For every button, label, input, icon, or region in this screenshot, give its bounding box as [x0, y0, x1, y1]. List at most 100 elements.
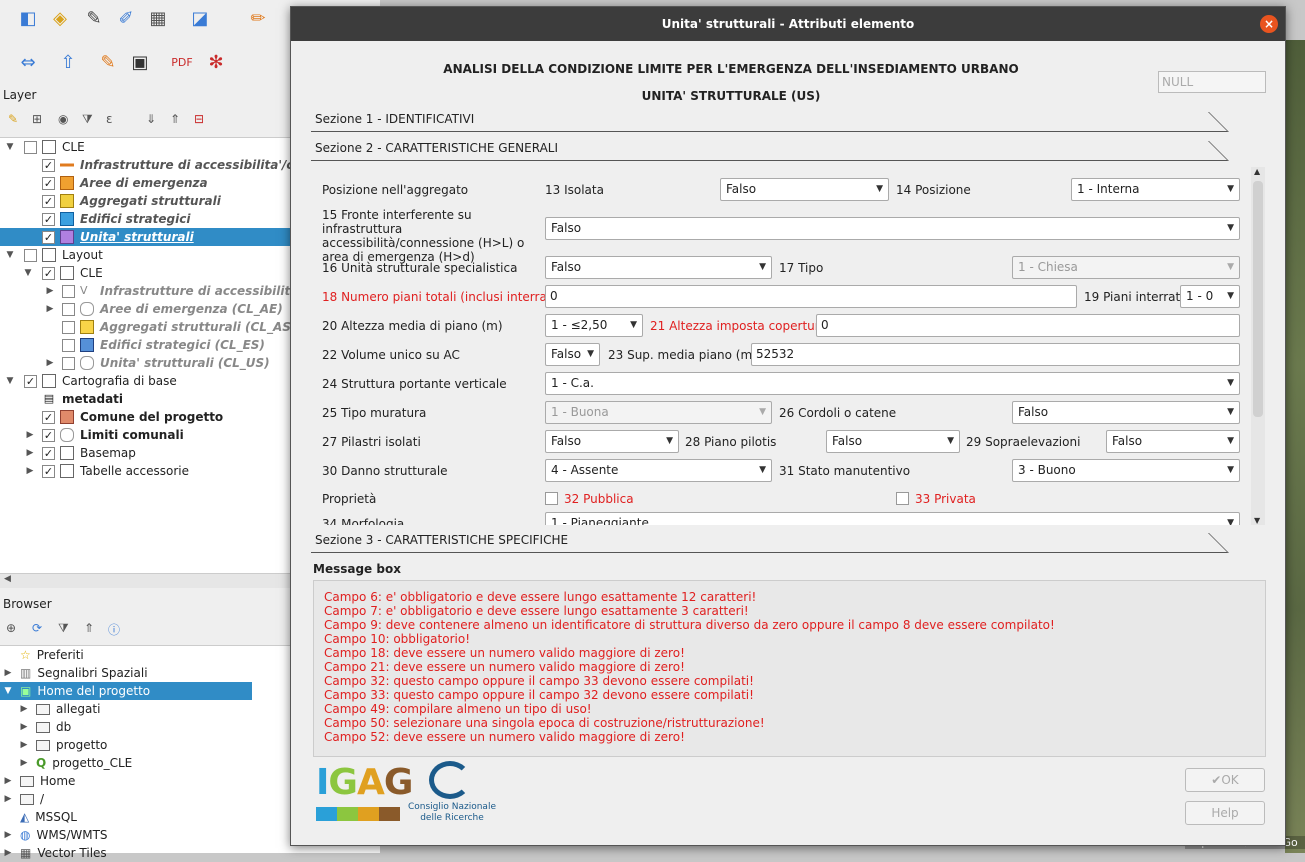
layer-checkbox[interactable]: ✓	[42, 230, 55, 244]
layer-checkbox[interactable]: ✓	[42, 464, 55, 478]
f23-input[interactable]: 52532	[751, 343, 1240, 366]
layer-checkbox[interactable]: ✓	[42, 410, 55, 424]
f20-combo[interactable]: 1 - ≤2,50	[545, 314, 643, 337]
refresh-icon[interactable]: ⟳	[32, 621, 42, 635]
layer-checkbox[interactable]: ✓	[42, 266, 55, 280]
section-identificativi[interactable]: Sezione 1 - IDENTIFICATIVI	[311, 110, 1268, 132]
add-selected-icon[interactable]: ⊕	[6, 621, 16, 635]
collapse-icon[interactable]: ▼	[4, 250, 16, 260]
f33-checkbox[interactable]	[896, 492, 909, 505]
f27-combo[interactable]: Falso	[545, 430, 679, 453]
remove-layer-icon[interactable]: ⊟	[194, 112, 204, 126]
expand-icon[interactable]: ▶	[2, 830, 14, 840]
f34-combo[interactable]: 1 - Pianeggiante	[545, 512, 1240, 525]
layer-checkbox[interactable]	[62, 338, 75, 352]
section-caratteristiche-specifiche[interactable]: Sezione 3 - CARATTERISTICHE SPECIFICHE	[311, 531, 1268, 553]
layer-checkbox[interactable]	[62, 302, 75, 316]
settings-icon[interactable]: ✻	[202, 48, 230, 76]
f17-combo[interactable]: 1 - Chiesa	[1012, 256, 1240, 279]
scroll-left-icon[interactable]: ◀	[4, 574, 11, 584]
f24-combo[interactable]: 1 - C.a.	[545, 372, 1240, 395]
f21-input[interactable]: 0	[816, 314, 1240, 337]
f13-combo[interactable]: Falso	[720, 178, 889, 201]
collapse-all-icon[interactable]: ⇑	[84, 621, 94, 635]
expand-icon[interactable]: ▶	[24, 430, 36, 440]
save-icon[interactable]: ▣	[126, 48, 154, 76]
node-tool-icon[interactable]: ◪	[186, 4, 214, 32]
browser-item-selected[interactable]: ▼ ▣ Home del progetto	[0, 682, 252, 700]
layer-checkbox[interactable]: ✓	[42, 176, 55, 190]
expand-all-icon[interactable]: ⇓	[146, 112, 156, 126]
ok-button[interactable]: ✔OK	[1185, 768, 1265, 792]
expand-icon[interactable]: ▶	[24, 448, 36, 458]
f26-combo[interactable]: Falso	[1012, 401, 1240, 424]
f28-combo[interactable]: Falso	[826, 430, 960, 453]
expand-icon[interactable]: ▶	[24, 466, 36, 476]
expand-icon[interactable]: ▶	[18, 722, 30, 732]
edit-feature-icon[interactable]: ✎	[94, 48, 122, 76]
pdf-icon[interactable]: PDF	[168, 48, 196, 76]
visibility-icon[interactable]: ◉	[58, 112, 68, 126]
f31-combo[interactable]: 3 - Buono	[1012, 459, 1240, 482]
expand-icon[interactable]: ▶	[18, 704, 30, 714]
close-icon[interactable]: ×	[1260, 15, 1278, 33]
expand-icon[interactable]: ▶	[2, 668, 14, 678]
expand-icon[interactable]: ▶	[44, 358, 56, 368]
null-field[interactable]: NULL	[1158, 71, 1266, 93]
layer-checkbox[interactable]	[62, 320, 75, 334]
layer-checkbox[interactable]: ✓	[42, 428, 55, 442]
open-project-icon[interactable]: ◧	[14, 4, 42, 32]
section2-vertical-scrollbar[interactable]: ▲ ▼	[1251, 167, 1265, 525]
upload-icon[interactable]: ⇧	[54, 48, 82, 76]
info-icon[interactable]: ⓘ	[108, 621, 120, 638]
f15-combo[interactable]: Falso	[545, 217, 1240, 240]
expand-icon[interactable]: ▶	[44, 286, 56, 296]
vertex-tool-icon[interactable]: ✎	[80, 4, 108, 32]
pencil-icon[interactable]: ✏	[244, 4, 272, 32]
collapse-icon[interactable]: ▼	[22, 268, 34, 278]
expression-filter-icon[interactable]: ε	[106, 112, 113, 126]
f30-combo[interactable]: 4 - Assente	[545, 459, 772, 482]
layer-checkbox[interactable]	[62, 356, 75, 370]
f18-input[interactable]: 0	[545, 285, 1077, 308]
layer-checkbox[interactable]: ✓	[42, 194, 55, 208]
f14-combo[interactable]: 1 - Interna	[1071, 178, 1240, 201]
scroll-down-icon[interactable]: ▼	[1254, 516, 1260, 525]
scrollbar-thumb[interactable]	[1253, 181, 1263, 417]
scroll-up-icon[interactable]: ▲	[1254, 167, 1260, 176]
section-caratteristiche-generali[interactable]: Sezione 2 - CARATTERISTICHE GENERALI	[311, 139, 1268, 161]
filter-icon[interactable]: ⧩	[58, 621, 69, 636]
f22-combo[interactable]: Falso	[545, 343, 600, 366]
dialog-titlebar[interactable]: Unita' strutturali - Attributi elemento ×	[291, 7, 1285, 41]
section2-scroll-area[interactable]: Posizione nell'aggregato 13 Isolata Fals…	[311, 167, 1254, 525]
add-group-icon[interactable]: ⊞	[32, 112, 42, 126]
expand-icon[interactable]: ▶	[18, 758, 30, 768]
layer-checkbox[interactable]: ✓	[42, 158, 55, 172]
expand-icon[interactable]: ▶	[2, 776, 14, 786]
map-canvas[interactable]	[1285, 40, 1305, 853]
browser-item[interactable]: ▶ ▦ Vector Tiles	[0, 844, 380, 862]
layer-checkbox[interactable]	[24, 140, 37, 154]
f32-checkbox[interactable]	[545, 492, 558, 505]
f29-combo[interactable]: Falso	[1106, 430, 1240, 453]
f25-combo[interactable]: 1 - Buona	[545, 401, 772, 424]
f19-combo[interactable]: 1 - 0	[1180, 285, 1240, 308]
expand-icon[interactable]: ▶	[18, 740, 30, 750]
expand-icon[interactable]: ▶	[2, 794, 14, 804]
layer-checkbox[interactable]	[24, 248, 37, 262]
collapse-icon[interactable]: ▼	[2, 686, 14, 696]
collapse-icon[interactable]: ▼	[4, 376, 16, 386]
layer-checkbox[interactable]	[62, 284, 75, 298]
layer-properties-icon[interactable]: ⇔	[14, 48, 42, 76]
new-layer-icon[interactable]: ◈	[46, 4, 74, 32]
layer-checkbox[interactable]: ✓	[24, 374, 37, 388]
expand-icon[interactable]: ▶	[2, 848, 14, 858]
collapse-icon[interactable]: ▼	[4, 142, 16, 152]
help-button[interactable]: Help	[1185, 801, 1265, 825]
plugin-icon[interactable]: ▦	[144, 4, 172, 32]
layer-checkbox[interactable]: ✓	[42, 446, 55, 460]
style-icon[interactable]: ✎	[8, 112, 18, 126]
digitize-icon[interactable]: ✐	[112, 4, 140, 32]
filter-icon[interactable]: ⧩	[82, 112, 93, 127]
layer-checkbox[interactable]: ✓	[42, 212, 55, 226]
